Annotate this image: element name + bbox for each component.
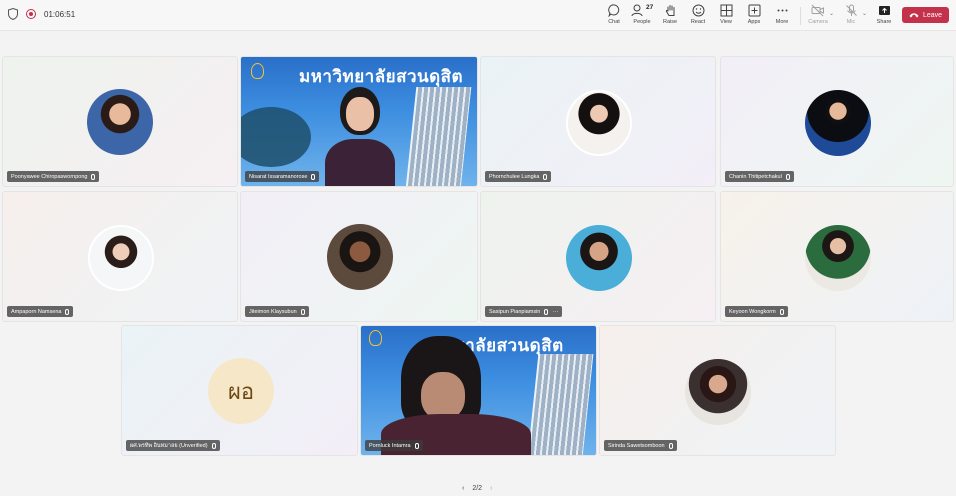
- avatar: [566, 225, 632, 291]
- page-indicator: 2/2: [472, 485, 483, 492]
- leave-button[interactable]: Leave: [902, 7, 949, 23]
- participant-video-tile[interactable]: วิทยาลัยสวนดุสิต Pornluck Intamra: [360, 325, 597, 456]
- shield-icon[interactable]: [8, 8, 18, 20]
- camera-options-chevron-down-icon[interactable]: ⌄: [829, 10, 834, 17]
- participant-tile[interactable]: Phornchulee Lungka: [480, 56, 716, 187]
- mic-icon: [785, 173, 790, 180]
- mic-icon: [543, 173, 548, 180]
- toolbar-divider: [800, 7, 801, 25]
- video-background-building: [527, 354, 594, 455]
- grid-icon: [720, 4, 732, 17]
- hand-icon: [665, 5, 674, 16]
- participant-video-person: [381, 336, 531, 455]
- mic-button[interactable]: Mic: [837, 4, 865, 28]
- participant-video-person: [325, 87, 395, 186]
- people-button[interactable]: 27 People: [628, 4, 656, 28]
- view-button[interactable]: View: [712, 4, 740, 28]
- participant-name-tag: Nisarat Issaramanorose: [245, 171, 320, 182]
- raise-hand-button[interactable]: Raise: [656, 4, 684, 28]
- more-options-icon[interactable]: ···: [552, 309, 558, 315]
- mic-icon: [779, 308, 784, 315]
- participant-tile[interactable]: ผอ ผศ.พรทิพ อินทมาลย (Unverified): [121, 325, 358, 456]
- video-banner-text: มหาวิทยาลัยสวนดุสิต: [299, 67, 464, 87]
- meeting-toolbar: 01:06:51 Chat 27 People Raise React View…: [0, 0, 956, 31]
- participant-name-tag: Poonyawee Chiropaswornpong: [7, 171, 100, 182]
- phone-hangup-icon: [909, 13, 919, 18]
- participant-name-tag: Ampaporn Namsena: [7, 306, 74, 317]
- meeting-status: 01:06:51: [8, 8, 75, 20]
- avatar: [88, 225, 154, 291]
- chat-button[interactable]: Chat: [600, 4, 628, 28]
- participant-tile[interactable]: Poonyawee Chiropaswornpong: [2, 56, 238, 187]
- participant-name-tag: Jiteimon Klaysubun: [245, 306, 309, 317]
- participant-name-tag: Keyoon Wongkorm: [725, 306, 788, 317]
- participant-tile[interactable]: Ampaporn Namsena: [2, 191, 238, 322]
- mic-options-chevron-down-icon[interactable]: ⌄: [862, 10, 867, 17]
- people-icon: [631, 4, 643, 17]
- participant-name-tag: ผศ.พรทิพ อินทมาลย (Unverified): [126, 440, 220, 451]
- participant-name-tag: Phornchulee Lungka: [485, 171, 552, 182]
- participant-name-tag: Sirinda Sawetsomboon: [604, 440, 677, 451]
- avatar: [87, 89, 153, 155]
- gallery-pager: ‹ 2/2 ›: [462, 485, 492, 492]
- share-button[interactable]: Share: [870, 4, 898, 28]
- participant-tile[interactable]: Jiteimon Klaysubun: [240, 191, 478, 322]
- react-button[interactable]: React: [684, 4, 712, 28]
- mic-icon: [311, 173, 316, 180]
- video-background-tree: [241, 107, 311, 167]
- mic-icon: [300, 308, 305, 315]
- participant-tile[interactable]: Sirinda Sawetsomboon: [599, 325, 836, 456]
- apps-button[interactable]: Apps: [740, 4, 768, 28]
- video-background-building: [405, 87, 472, 186]
- apps-icon: [748, 4, 760, 17]
- share-icon: [878, 6, 890, 15]
- participant-tile[interactable]: Keyoon Wongkorm: [720, 191, 954, 322]
- chat-icon: [607, 4, 619, 17]
- avatar: [685, 359, 751, 425]
- participant-video-tile[interactable]: มหาวิทยาลัยสวนดุสิต Nisarat Issaramanoro…: [240, 56, 478, 187]
- camera-off-icon: [811, 4, 824, 17]
- mic-icon: [414, 442, 419, 449]
- next-page-chevron-right-icon[interactable]: ›: [490, 485, 492, 492]
- mic-icon: [65, 308, 70, 315]
- university-logo: [251, 63, 264, 79]
- mic-off-icon: [845, 4, 857, 16]
- recording-icon: [26, 9, 36, 19]
- mic-icon: [544, 308, 549, 315]
- participant-tile[interactable]: Sasipun Pianpiamsin ···: [480, 191, 716, 322]
- avatar: [805, 90, 871, 156]
- previous-page-chevron-left-icon[interactable]: ‹: [462, 485, 464, 492]
- mic-icon: [211, 442, 216, 449]
- mic-icon: [668, 442, 673, 449]
- meeting-timer: 01:06:51: [44, 9, 76, 19]
- avatar: [805, 225, 871, 291]
- avatar: [566, 90, 632, 156]
- more-icon: [777, 9, 787, 12]
- participant-name-tag: Sasipun Pianpiamsin ···: [485, 306, 563, 317]
- avatar: [327, 224, 393, 290]
- participant-tile[interactable]: Chanin Thitipetchakul: [720, 56, 954, 187]
- avatar-initials: ผอ: [208, 358, 274, 424]
- participant-name-tag: Pornluck Intamra: [365, 440, 423, 451]
- people-count: 27: [646, 4, 654, 11]
- smiley-icon: [692, 4, 704, 17]
- camera-button[interactable]: Camera: [804, 4, 832, 28]
- more-button[interactable]: More: [768, 4, 796, 28]
- mic-icon: [91, 173, 96, 180]
- participant-name-tag: Chanin Thitipetchakul: [725, 171, 794, 182]
